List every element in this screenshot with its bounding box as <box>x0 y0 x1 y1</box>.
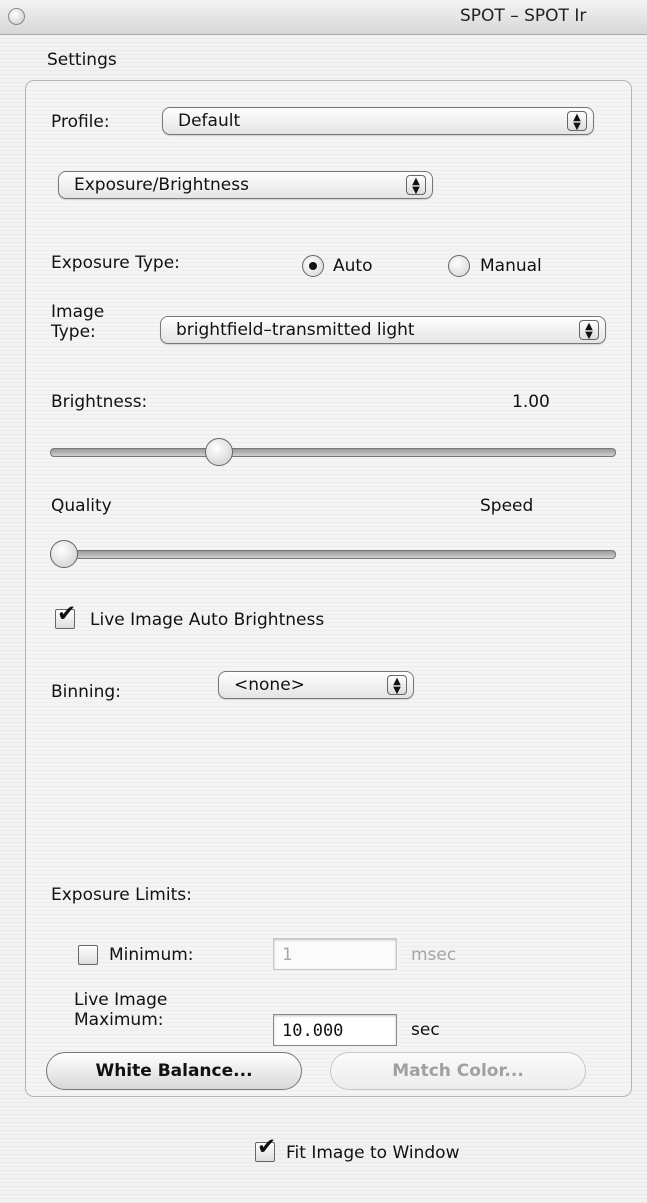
brightness-slider-track[interactable] <box>50 448 616 457</box>
fit-image-label: Fit Image to Window <box>286 1143 460 1163</box>
maximum-label-line1: Live Image <box>74 990 168 1010</box>
quality-speed-slider-track[interactable] <box>50 550 616 559</box>
minimum-checkbox[interactable] <box>78 945 98 965</box>
minimum-field[interactable]: 1 <box>273 938 397 970</box>
minimum-label: Minimum: <box>109 945 194 965</box>
binning-label: Binning: <box>51 682 121 702</box>
white-balance-button[interactable]: White Balance... <box>46 1052 302 1090</box>
settings-group-label: Settings <box>47 50 117 70</box>
popup-arrows-icon: ▲ ▼ <box>387 675 407 696</box>
binning-value: <none> <box>234 675 305 695</box>
exposure-limits-label: Exposure Limits: <box>51 885 192 905</box>
quality-label: Quality <box>51 496 112 516</box>
maximum-label: Live Image Maximum: <box>74 990 167 1030</box>
speed-label: Speed <box>480 496 534 516</box>
popup-arrows-icon: ▲ ▼ <box>406 175 426 196</box>
image-type-popup[interactable]: brightfield–transmitted light ▲ ▼ <box>160 316 606 344</box>
exposure-type-label: Exposure Type: <box>51 253 180 273</box>
window-title: SPOT – SPOT Ir <box>460 6 587 26</box>
live-auto-brightness-checkbox[interactable]: ✔ <box>55 603 76 629</box>
title-bar: SPOT – SPOT Ir <box>0 0 647 35</box>
minimum-unit: msec <box>411 945 457 965</box>
settings-category-popup[interactable]: Exposure/Brightness ▲ ▼ <box>58 171 433 199</box>
binning-popup[interactable]: <none> ▲ ▼ <box>218 671 414 699</box>
fit-image-checkbox[interactable]: ✔ <box>255 1136 276 1162</box>
profile-label: Profile: <box>51 112 110 132</box>
image-type-label-line1: Image <box>51 302 105 322</box>
popup-arrows-icon: ▲ ▼ <box>579 320 599 341</box>
brightness-value: 1.00 <box>512 392 550 412</box>
brightness-label: Brightness: <box>51 392 148 412</box>
image-type-value: brightfield–transmitted light <box>176 320 415 340</box>
maximum-field[interactable]: 10.000 <box>273 1014 397 1046</box>
radio-selected-dot-icon <box>309 262 317 270</box>
exposure-auto-label: Auto <box>333 256 373 276</box>
live-auto-brightness-label: Live Image Auto Brightness <box>90 610 325 630</box>
maximum-unit: sec <box>411 1020 440 1040</box>
exposure-manual-radio[interactable] <box>448 255 470 277</box>
profile-popup[interactable]: Default ▲ ▼ <box>162 107 594 135</box>
quality-speed-slider-knob[interactable] <box>50 540 78 568</box>
maximum-label-line2: Maximum: <box>74 1010 164 1030</box>
profile-popup-value: Default <box>178 111 241 131</box>
image-type-label: Image Type: <box>51 302 104 342</box>
checkmark-icon: ✔ <box>57 601 77 627</box>
settings-category-value: Exposure/Brightness <box>74 175 249 195</box>
exposure-manual-label: Manual <box>480 256 542 276</box>
checkmark-icon: ✔ <box>257 1134 277 1160</box>
popup-arrows-icon: ▲ ▼ <box>567 111 587 132</box>
match-color-button[interactable]: Match Color... <box>330 1052 586 1090</box>
exposure-auto-radio[interactable] <box>302 255 324 277</box>
image-type-label-line2: Type: <box>51 322 96 342</box>
window-close-button[interactable] <box>8 8 25 25</box>
